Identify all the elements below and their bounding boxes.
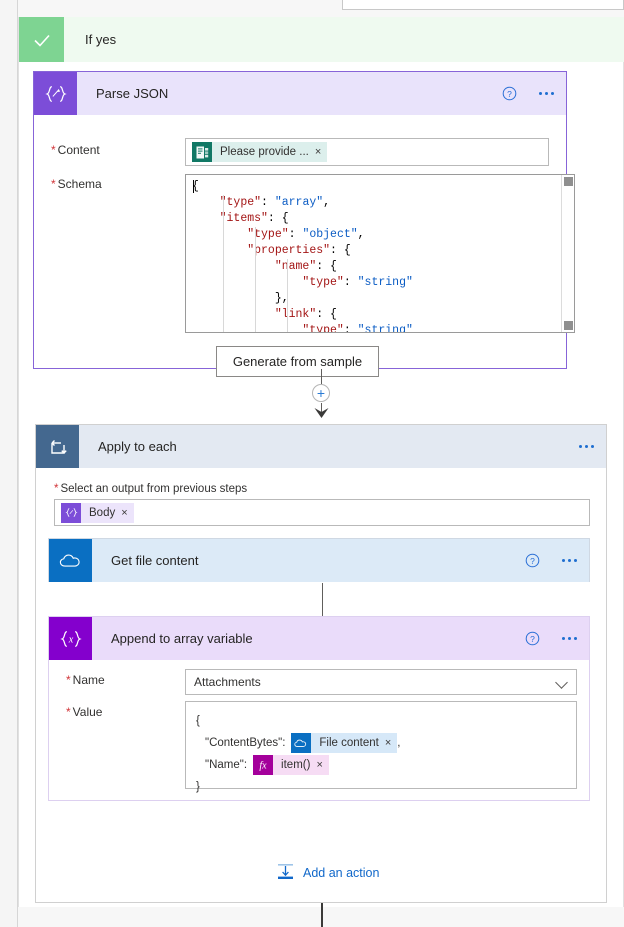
top-partial-panel bbox=[342, 0, 624, 10]
name-dropdown[interactable]: Attachments bbox=[185, 669, 577, 695]
add-an-action-button[interactable]: Add an action bbox=[276, 862, 379, 884]
file-content-token-remove[interactable]: × bbox=[385, 732, 397, 754]
value-field-label: * Value bbox=[66, 705, 103, 719]
apply-to-each-header[interactable]: Apply to each bbox=[36, 425, 606, 468]
item-token-remove[interactable]: × bbox=[316, 754, 328, 776]
svg-text:?: ? bbox=[507, 89, 512, 99]
content-bytes-comma: , bbox=[397, 737, 401, 749]
parse-json-title: Parse JSON bbox=[96, 86, 169, 101]
name-dropdown-value: Attachments bbox=[194, 675, 261, 689]
name-key: "Name": bbox=[205, 759, 248, 771]
value-line-contentbytes: "ContentBytes": File content × , bbox=[196, 732, 576, 754]
append-to-array-title: Append to array variable bbox=[111, 631, 253, 646]
item-token-body: item() × bbox=[273, 755, 329, 775]
required-asterisk: * bbox=[51, 143, 56, 157]
apply-to-each-title: Apply to each bbox=[98, 439, 177, 454]
required-asterisk: * bbox=[54, 483, 59, 495]
schema-code-text: { "type": "array", "items": { "type": "o… bbox=[192, 180, 413, 333]
json-braces-icon bbox=[61, 502, 81, 523]
function-fx-icon: fx bbox=[253, 755, 274, 775]
content-token-remove[interactable]: × bbox=[315, 146, 327, 158]
loop-icon bbox=[36, 425, 79, 468]
schema-field-label: * Schema bbox=[51, 177, 102, 191]
required-asterisk: * bbox=[66, 673, 71, 687]
item-expression-token[interactable]: fx item() × bbox=[253, 755, 329, 775]
check-icon bbox=[19, 17, 64, 62]
add-step-icon[interactable]: + bbox=[312, 384, 330, 402]
svg-text:x: x bbox=[67, 634, 73, 645]
schema-scrollbar[interactable] bbox=[561, 175, 574, 332]
content-token-text: Please provide ... bbox=[220, 146, 309, 158]
body-token[interactable]: Body × bbox=[61, 502, 134, 523]
file-content-token[interactable]: File content × bbox=[291, 732, 398, 754]
ellipsis-icon[interactable] bbox=[579, 445, 594, 448]
ellipsis-icon[interactable] bbox=[562, 559, 577, 562]
required-asterisk: * bbox=[51, 177, 56, 191]
microsoft-forms-icon bbox=[192, 142, 212, 162]
onedrive-icon bbox=[291, 733, 312, 753]
content-field-label: * Content bbox=[51, 143, 100, 157]
content-input[interactable]: Please provide ... × bbox=[185, 138, 549, 166]
scroll-down-arrow[interactable] bbox=[564, 321, 573, 330]
append-to-array-variable-card[interactable]: x Append to array variable ? * Name Attac… bbox=[48, 616, 590, 801]
add-action-icon bbox=[276, 862, 295, 884]
get-file-content-title: Get file content bbox=[111, 553, 199, 568]
value-line-open: { bbox=[196, 715, 200, 727]
svg-text:fx: fx bbox=[259, 761, 267, 772]
append-to-array-header[interactable]: x Append to array variable ? bbox=[49, 617, 589, 660]
scroll-up-arrow[interactable] bbox=[564, 177, 573, 186]
append-to-array-header-actions: ? bbox=[525, 617, 577, 660]
onedrive-icon bbox=[49, 539, 92, 582]
flow-designer-canvas: If yes Parse JSON ? * Content Please pro… bbox=[0, 0, 624, 927]
add-an-action-label: Add an action bbox=[303, 866, 380, 880]
help-circle-icon[interactable]: ? bbox=[525, 553, 540, 568]
content-bytes-key: "ContentBytes": bbox=[205, 737, 286, 749]
schema-caret bbox=[193, 180, 194, 193]
value-input[interactable]: { "ContentBytes": File content × , "Name… bbox=[185, 701, 577, 793]
name-field-label: * Name bbox=[66, 673, 105, 687]
bottom-connector-stem bbox=[321, 903, 323, 927]
json-braces-icon bbox=[34, 72, 77, 115]
connector-arrow-icon bbox=[313, 405, 330, 422]
value-line-name: "Name": fx item() × bbox=[196, 754, 576, 776]
content-field-label-row: * Content bbox=[34, 143, 152, 157]
ellipsis-icon[interactable] bbox=[539, 92, 554, 95]
left-gutter bbox=[0, 0, 17, 927]
select-output-input[interactable]: Body × bbox=[54, 499, 590, 526]
schema-field-label-row: * Schema bbox=[34, 177, 152, 191]
file-content-token-text: File content bbox=[319, 737, 379, 749]
parse-json-header[interactable]: Parse JSON ? bbox=[34, 72, 566, 115]
variable-braces-icon: x bbox=[49, 617, 92, 660]
value-field-label-row: * Value bbox=[49, 705, 167, 719]
generate-from-sample-button[interactable]: Generate from sample bbox=[216, 346, 379, 377]
help-circle-icon[interactable]: ? bbox=[525, 631, 540, 646]
if-yes-label: If yes bbox=[85, 32, 117, 47]
body-token-body: Body × bbox=[81, 502, 134, 523]
value-line-close: } bbox=[196, 781, 200, 793]
get-file-content-card[interactable]: Get file content ? bbox=[48, 538, 590, 582]
required-asterisk: * bbox=[66, 705, 71, 719]
svg-text:?: ? bbox=[530, 634, 535, 644]
parse-json-card[interactable]: Parse JSON ? * Content Please provide ..… bbox=[33, 71, 575, 377]
if-yes-header[interactable]: If yes bbox=[19, 17, 624, 62]
ellipsis-icon[interactable] bbox=[562, 637, 577, 640]
file-content-token-body: File content × bbox=[311, 732, 398, 754]
body-token-text: Body bbox=[89, 506, 116, 519]
svg-text:?: ? bbox=[530, 556, 535, 566]
get-file-content-header-actions: ? bbox=[525, 539, 577, 582]
content-token[interactable]: Please provide ... × bbox=[192, 142, 328, 162]
get-file-content-header[interactable]: Get file content ? bbox=[49, 539, 589, 582]
help-circle-icon[interactable]: ? bbox=[502, 86, 517, 101]
apply-to-each-header-actions bbox=[579, 425, 594, 468]
item-token-text: item() bbox=[281, 759, 311, 771]
chevron-down-icon[interactable] bbox=[555, 676, 568, 689]
content-token-body: Please provide ... × bbox=[212, 142, 328, 162]
parse-json-header-actions: ? bbox=[502, 72, 554, 115]
select-output-label: * Select an output from previous steps bbox=[54, 483, 248, 495]
name-field-label-row: * Name bbox=[49, 673, 167, 687]
schema-editor[interactable]: { "type": "array", "items": { "type": "o… bbox=[185, 174, 575, 333]
body-token-remove[interactable]: × bbox=[121, 507, 133, 519]
